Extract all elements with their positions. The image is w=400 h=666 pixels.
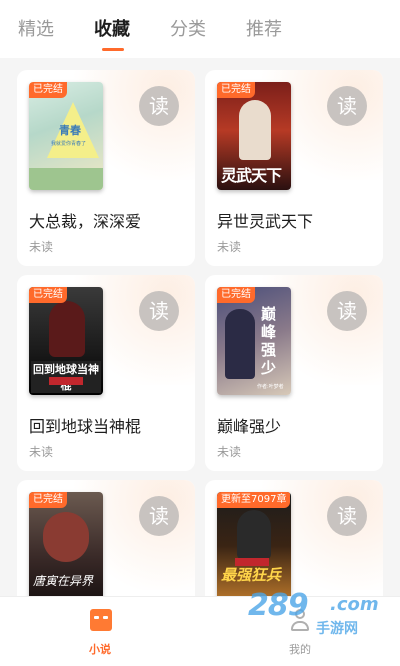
book-card[interactable]: 更新至7097章 最强狂兵 读 xyxy=(205,480,383,596)
book-grid: 已完结 青春 我就爱你青春了 读 大总裁，深深爱 未读 已完结 灵武天下 读 异… xyxy=(0,58,400,596)
status-badge: 已完结 xyxy=(29,287,67,303)
active-tab-indicator xyxy=(102,48,124,51)
book-title: 大总裁，深深爱 xyxy=(29,212,142,231)
status-badge: 已完结 xyxy=(217,82,255,98)
cover-author: 作者:叶梦者 xyxy=(257,384,284,390)
book-card[interactable]: 已完结 回到地球当神棍 读 回到地球当神棍 未读 xyxy=(17,275,195,471)
read-status: 未读 xyxy=(29,445,54,459)
person-icon xyxy=(286,607,314,635)
top-tab-bar: 精选 收藏 分类 推荐 xyxy=(0,0,400,58)
status-badge: 已完结 xyxy=(29,492,67,508)
read-button[interactable]: 读 xyxy=(327,291,367,331)
cover-title: 巅峰强少 xyxy=(261,305,277,377)
nav-item-mine[interactable]: 我的 xyxy=(270,607,330,657)
cover-title: 唐寅在异界 xyxy=(33,574,94,588)
nav-item-novels[interactable]: 小说 xyxy=(70,607,130,657)
read-button[interactable]: 读 xyxy=(327,86,367,126)
cover-subtitle: 我就爱你青春了 xyxy=(51,141,87,147)
status-badge: 已完结 xyxy=(29,82,67,98)
tab-categories[interactable]: 分类 xyxy=(170,18,206,42)
tab-featured[interactable]: 精选 xyxy=(18,18,54,42)
read-status: 未读 xyxy=(217,240,242,254)
book-cover[interactable]: 已完结 灵武天下 xyxy=(217,82,291,190)
tab-recommended[interactable]: 推荐 xyxy=(246,18,282,42)
read-button[interactable]: 读 xyxy=(139,86,179,126)
book-cover[interactable]: 更新至7097章 最强狂兵 xyxy=(217,492,291,596)
nav-label: 我的 xyxy=(289,643,311,656)
book-cover[interactable]: 已完结 青春 我就爱你青春了 xyxy=(29,82,103,190)
book-cover[interactable]: 已完结 回到地球当神棍 xyxy=(29,287,103,395)
book-cover[interactable]: 已完结 唐寅在异界 xyxy=(29,492,103,596)
status-badge: 已完结 xyxy=(217,287,255,303)
book-cover[interactable]: 已完结 巅峰强少 作者:叶梦者 xyxy=(217,287,291,395)
book-title: 巅峰强少 xyxy=(217,417,282,436)
book-card[interactable]: 已完结 巅峰强少 作者:叶梦者 读 巅峰强少 未读 xyxy=(205,275,383,471)
cover-title: 青春 xyxy=(59,124,81,137)
read-status: 未读 xyxy=(29,240,54,254)
read-button[interactable]: 读 xyxy=(327,496,367,536)
cover-title: 最强狂兵 xyxy=(221,566,282,584)
book-title: 回到地球当神棍 xyxy=(29,417,142,436)
book-title: 异世灵武天下 xyxy=(217,212,314,231)
book-card[interactable]: 已完结 灵武天下 读 异世灵武天下 未读 xyxy=(205,70,383,266)
status-badge: 更新至7097章 xyxy=(217,492,291,508)
read-status: 未读 xyxy=(217,445,242,459)
bottom-nav-bar: 小说 我的 xyxy=(0,596,400,666)
book-icon xyxy=(86,607,114,635)
cover-title: 灵武天下 xyxy=(221,166,282,185)
book-card[interactable]: 已完结 青春 我就爱你青春了 读 大总裁，深深爱 未读 xyxy=(17,70,195,266)
read-button[interactable]: 读 xyxy=(139,291,179,331)
tab-favorites[interactable]: 收藏 xyxy=(94,18,130,42)
book-card[interactable]: 已完结 唐寅在异界 读 xyxy=(17,480,195,596)
read-button[interactable]: 读 xyxy=(139,496,179,536)
nav-label: 小说 xyxy=(89,643,111,656)
